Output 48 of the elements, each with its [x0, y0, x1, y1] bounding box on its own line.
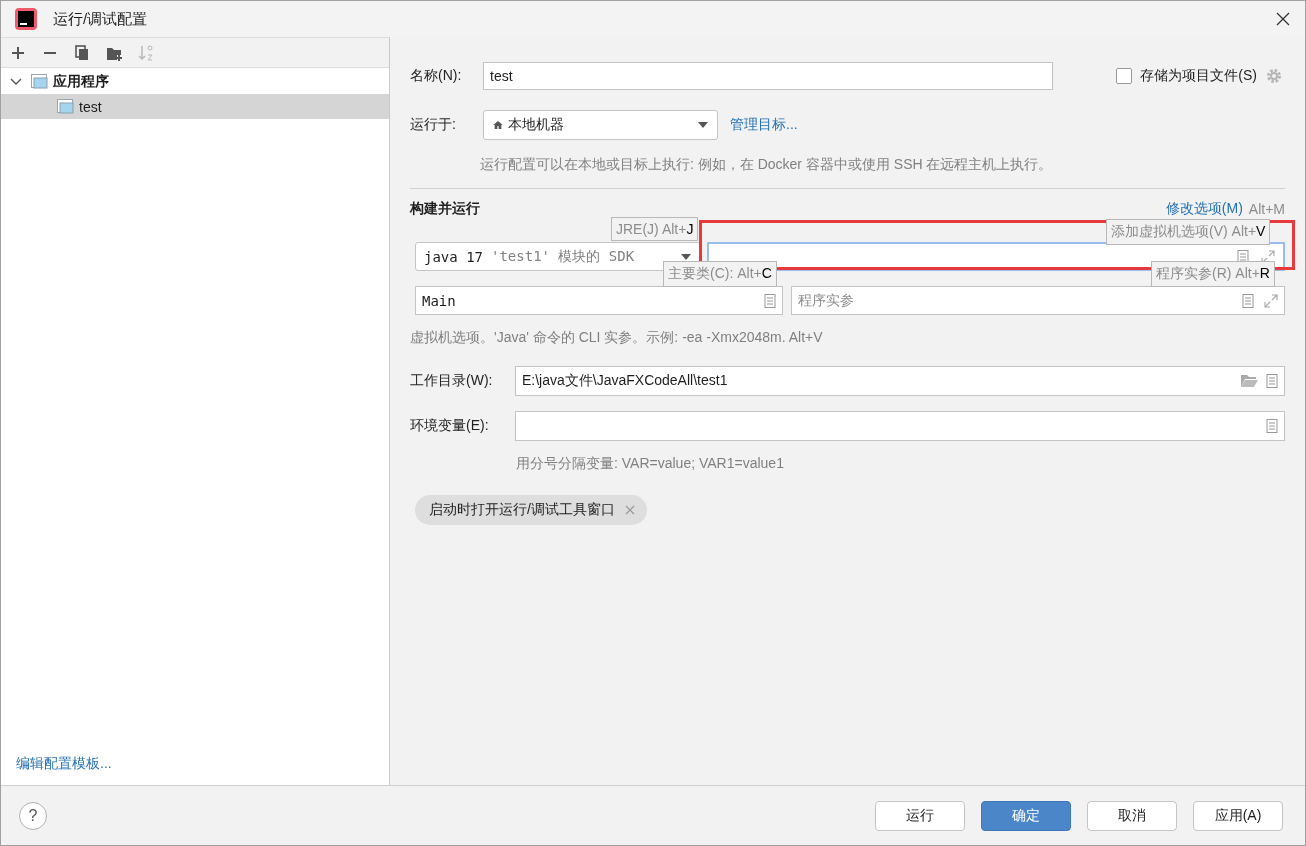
working-dir-field[interactable]: E:\java文件\JavaFXCodeAll\test1: [515, 366, 1285, 396]
modify-options-link[interactable]: 修改选项(M) Alt+M: [1165, 200, 1285, 218]
tree-item[interactable]: 应用程序: [1, 69, 389, 94]
document-icon[interactable]: [1266, 374, 1278, 388]
edit-templates-link[interactable]: 编辑配置模板...: [16, 755, 112, 771]
dialog-button[interactable]: 运行: [875, 800, 965, 831]
shortcut-tooltip: 程序实参(R) Alt+R: [1151, 261, 1275, 287]
section-title: 构建并运行: [410, 200, 480, 218]
hint-text: 虚拟机选项。'Java' 命令的 CLI 实参。示例: -ea -Xmx2048m. Alt+V: [410, 329, 824, 347]
copy-icon[interactable]: [73, 43, 91, 62]
document-icon[interactable]: [764, 293, 776, 308]
expand-icon[interactable]: [1264, 293, 1278, 308]
home-icon: [492, 121, 504, 129]
shortcut-tooltip: JRE(J) Alt+J: [611, 217, 699, 241]
name-field[interactable]: test: [483, 61, 1053, 90]
document-icon[interactable]: [1242, 293, 1254, 308]
env-vars-field[interactable]: [515, 411, 1285, 441]
tree-item[interactable]: test: [1, 94, 389, 119]
checkbox[interactable]: [1116, 67, 1133, 84]
dialog-button[interactable]: 取消: [1087, 800, 1177, 831]
app-logo: [15, 8, 37, 30]
expand-icon[interactable]: [1261, 249, 1275, 264]
hint-text: 用分号分隔变量: VAR=value; VAR1=value1: [516, 455, 785, 473]
manage-targets-link[interactable]: 管理目标...: [730, 116, 798, 134]
program-args-field[interactable]: 程序实参: [791, 286, 1285, 315]
window-title: 运行/调试配置: [53, 9, 149, 29]
window-icon: [57, 98, 75, 115]
close-icon[interactable]: [1275, 11, 1291, 27]
working-dir-label: 工作目录(W):: [410, 372, 494, 390]
shortcut-tooltip: 添加虚拟机选项(V) Alt+V: [1106, 219, 1271, 245]
document-icon[interactable]: [1237, 249, 1249, 264]
hint-text: 运行配置可以在本地或目标上执行: 例如，在 Docker 容器中或使用 SSH 在远程主机上执行。: [480, 156, 1054, 174]
env-vars-label: 环境变量(E):: [410, 417, 490, 435]
help-button[interactable]: ?: [19, 801, 47, 830]
dialog-button[interactable]: 应用(A): [1193, 800, 1283, 831]
shortcut-tooltip: 主要类(C): Alt+C: [663, 261, 777, 287]
run-target-dropdown[interactable]: 本地机器: [483, 110, 718, 140]
settings-icon[interactable]: [1265, 66, 1283, 85]
run-on-label: 运行于:: [410, 116, 457, 134]
document-icon[interactable]: [1266, 419, 1278, 433]
checkbox-label: 存储为项目文件(S): [1140, 66, 1257, 85]
window-icon: [31, 73, 49, 90]
dialog-button[interactable]: 确定: [981, 800, 1071, 831]
name-label: 名称(N):: [410, 66, 463, 85]
caret-icon[interactable]: [697, 121, 709, 129]
folder-icon[interactable]: [1240, 374, 1258, 388]
main-class-field[interactable]: Main: [415, 286, 783, 315]
option-chip[interactable]: 启动时打开运行/调试工具窗口: [415, 495, 647, 525]
